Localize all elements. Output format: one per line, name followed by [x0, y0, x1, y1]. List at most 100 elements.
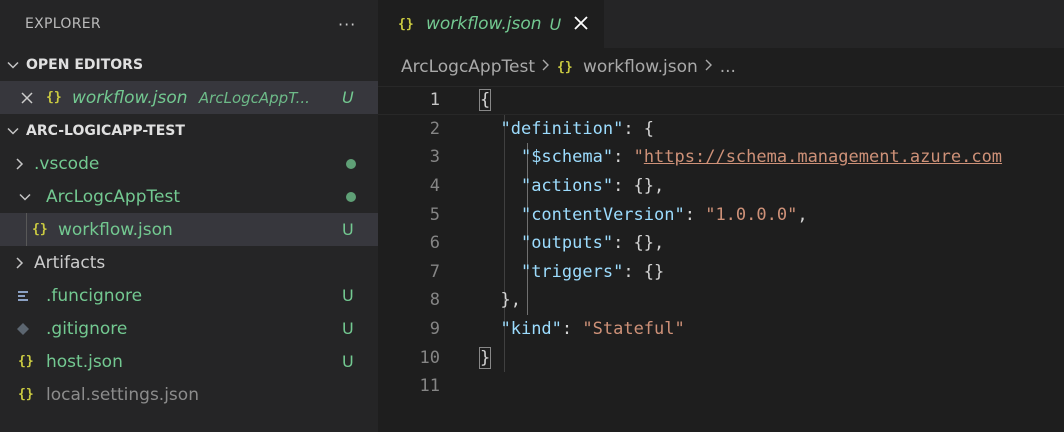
line-number: 7 [429, 261, 440, 282]
json-file-icon: {} [46, 90, 62, 105]
line-number: 2 [429, 118, 440, 139]
editor-area: {} workflow.json U ArcLogcAppTest {} wor… [378, 0, 1064, 432]
line-number: 6 [429, 233, 440, 254]
code-line: 6 "outputs": {}, [378, 229, 1064, 258]
line-number: 1 [429, 90, 440, 111]
modified-dot [342, 158, 378, 169]
code-line: 2 "definition": { [378, 115, 1064, 144]
line-number: 4 [429, 176, 440, 197]
tree-item-workflow-json[interactable]: {} workflow.json U [0, 213, 378, 246]
tree-item-label: .funcignore [46, 285, 143, 306]
explorer-sidebar: EXPLORER ··· OPEN EDITORS {} workflow.js… [0, 0, 378, 432]
tree-item-label: workflow.json [58, 219, 173, 240]
chevron-down-icon [0, 190, 32, 204]
json-string: "Stateful" [582, 319, 685, 340]
untracked-badge: U [342, 88, 354, 107]
json-url[interactable]: https://schema.management.azure.com [644, 147, 1002, 167]
tree-item-label: host.json [46, 351, 123, 372]
json-string: "1.0.0.0" [705, 204, 798, 225]
line-number: 3 [429, 147, 440, 168]
open-editor-item[interactable]: {} workflow.json ArcLogcAppT... U [0, 81, 378, 114]
code-text: "contentVersion": "1.0.0.0", [520, 204, 808, 225]
json-key: "kind" [500, 319, 562, 340]
code-editor[interactable]: 1 { 2 "definition": { 3 "$schema": "http… [378, 86, 1064, 401]
json-key: "$schema" [520, 147, 614, 168]
line-number: 8 [429, 290, 440, 311]
json-file-icon: {} [18, 387, 34, 402]
json-key: "actions" [520, 176, 614, 197]
open-editor-filename: workflow.json [72, 87, 188, 108]
untracked-badge: U [342, 352, 354, 371]
untracked-badge: U [342, 220, 354, 239]
json-key: "triggers" [520, 261, 624, 282]
line-number: 11 [419, 376, 440, 397]
project-heading: ARC-LOGICAPP-TEST [26, 122, 185, 139]
tree-item-label: local.settings.json [46, 384, 199, 405]
json-file-icon: {} [32, 222, 48, 237]
chevron-right-icon [704, 58, 714, 76]
code-line: 10 } [378, 343, 1064, 372]
json-key: "definition" [500, 118, 624, 139]
chevron-right-icon [0, 157, 26, 171]
code-text: "$schema": "https://schema.management.az… [520, 147, 1003, 168]
tab-bar: {} workflow.json U [378, 0, 1064, 48]
untracked-badge: U [549, 14, 562, 34]
ignore-file-icon [0, 290, 46, 302]
tree-item-gitignore[interactable]: .gitignore U [0, 312, 378, 345]
breadcrumb-folder[interactable]: ArcLogcAppTest [401, 57, 535, 77]
open-editor-path: ArcLogcAppT... [198, 88, 310, 107]
code-text: "definition": { [500, 118, 655, 139]
git-icon [0, 322, 46, 336]
tree-item-label: ArcLogcAppTest [46, 186, 180, 207]
indent-guide [26, 213, 27, 246]
code-line: 8 }, [378, 286, 1064, 315]
chevron-down-icon [4, 58, 22, 72]
chevron-down-icon [4, 124, 22, 138]
code-line: 3 "$schema": "https://schema.management.… [378, 143, 1064, 172]
code-line: 1 { [378, 86, 1064, 115]
tree-item-vscode[interactable]: .vscode [0, 147, 378, 180]
code-line: 9 "kind": "Stateful" [378, 315, 1064, 344]
close-icon[interactable] [0, 91, 36, 105]
tree-item-funcignore[interactable]: .funcignore U [0, 279, 378, 312]
line-number: 10 [419, 347, 440, 368]
code-line: 4 "actions": {}, [378, 172, 1064, 201]
tree-item-arclogcapptest[interactable]: ArcLogcAppTest [0, 180, 378, 213]
json-key: "outputs" [520, 233, 614, 254]
tab-label: workflow.json [426, 14, 542, 34]
untracked-badge: U [342, 286, 354, 305]
chevron-right-icon [0, 256, 26, 270]
tree-item-label: .vscode [34, 153, 100, 174]
json-key: "contentVersion" [520, 204, 685, 225]
code-text: "actions": {}, [520, 176, 665, 197]
json-file-icon: {} [18, 354, 34, 369]
code-text: "triggers": {} [520, 261, 665, 282]
code-line: 11 [378, 372, 1064, 401]
explorer-header: EXPLORER ··· [0, 0, 378, 48]
untracked-badge: U [342, 319, 354, 338]
open-editor-label: workflow.json ArcLogcAppT... [72, 88, 342, 108]
code-text: { [478, 89, 492, 112]
tree-item-host-json[interactable]: {} host.json U [0, 345, 378, 378]
code-line: 7 "triggers": {} [378, 258, 1064, 287]
tab-workflow-json[interactable]: {} workflow.json U [378, 0, 604, 48]
code-line: 5 "contentVersion": "1.0.0.0", [378, 200, 1064, 229]
json-file-icon: {} [398, 16, 414, 32]
tree-item-local-settings-json[interactable]: {} local.settings.json [0, 378, 378, 411]
json-file-icon: {} [557, 59, 573, 75]
modified-dot [342, 191, 378, 202]
line-number: 9 [429, 319, 440, 340]
code-text: }, [480, 290, 521, 311]
ellipsis-icon[interactable]: ··· [338, 15, 366, 34]
code-text: } [478, 346, 492, 369]
breadcrumb-more[interactable]: ... [720, 57, 736, 77]
breadcrumb-file[interactable]: workflow.json [583, 57, 698, 77]
close-icon[interactable] [573, 12, 589, 36]
chevron-right-icon [541, 58, 551, 76]
open-editors-section[interactable]: OPEN EDITORS [0, 48, 378, 81]
project-section[interactable]: ARC-LOGICAPP-TEST [0, 114, 378, 147]
code-text: "kind": "Stateful" [500, 319, 685, 340]
tree-item-label: Artifacts [34, 252, 106, 273]
line-number: 5 [429, 204, 440, 225]
tree-item-artifacts[interactable]: Artifacts [0, 246, 378, 279]
